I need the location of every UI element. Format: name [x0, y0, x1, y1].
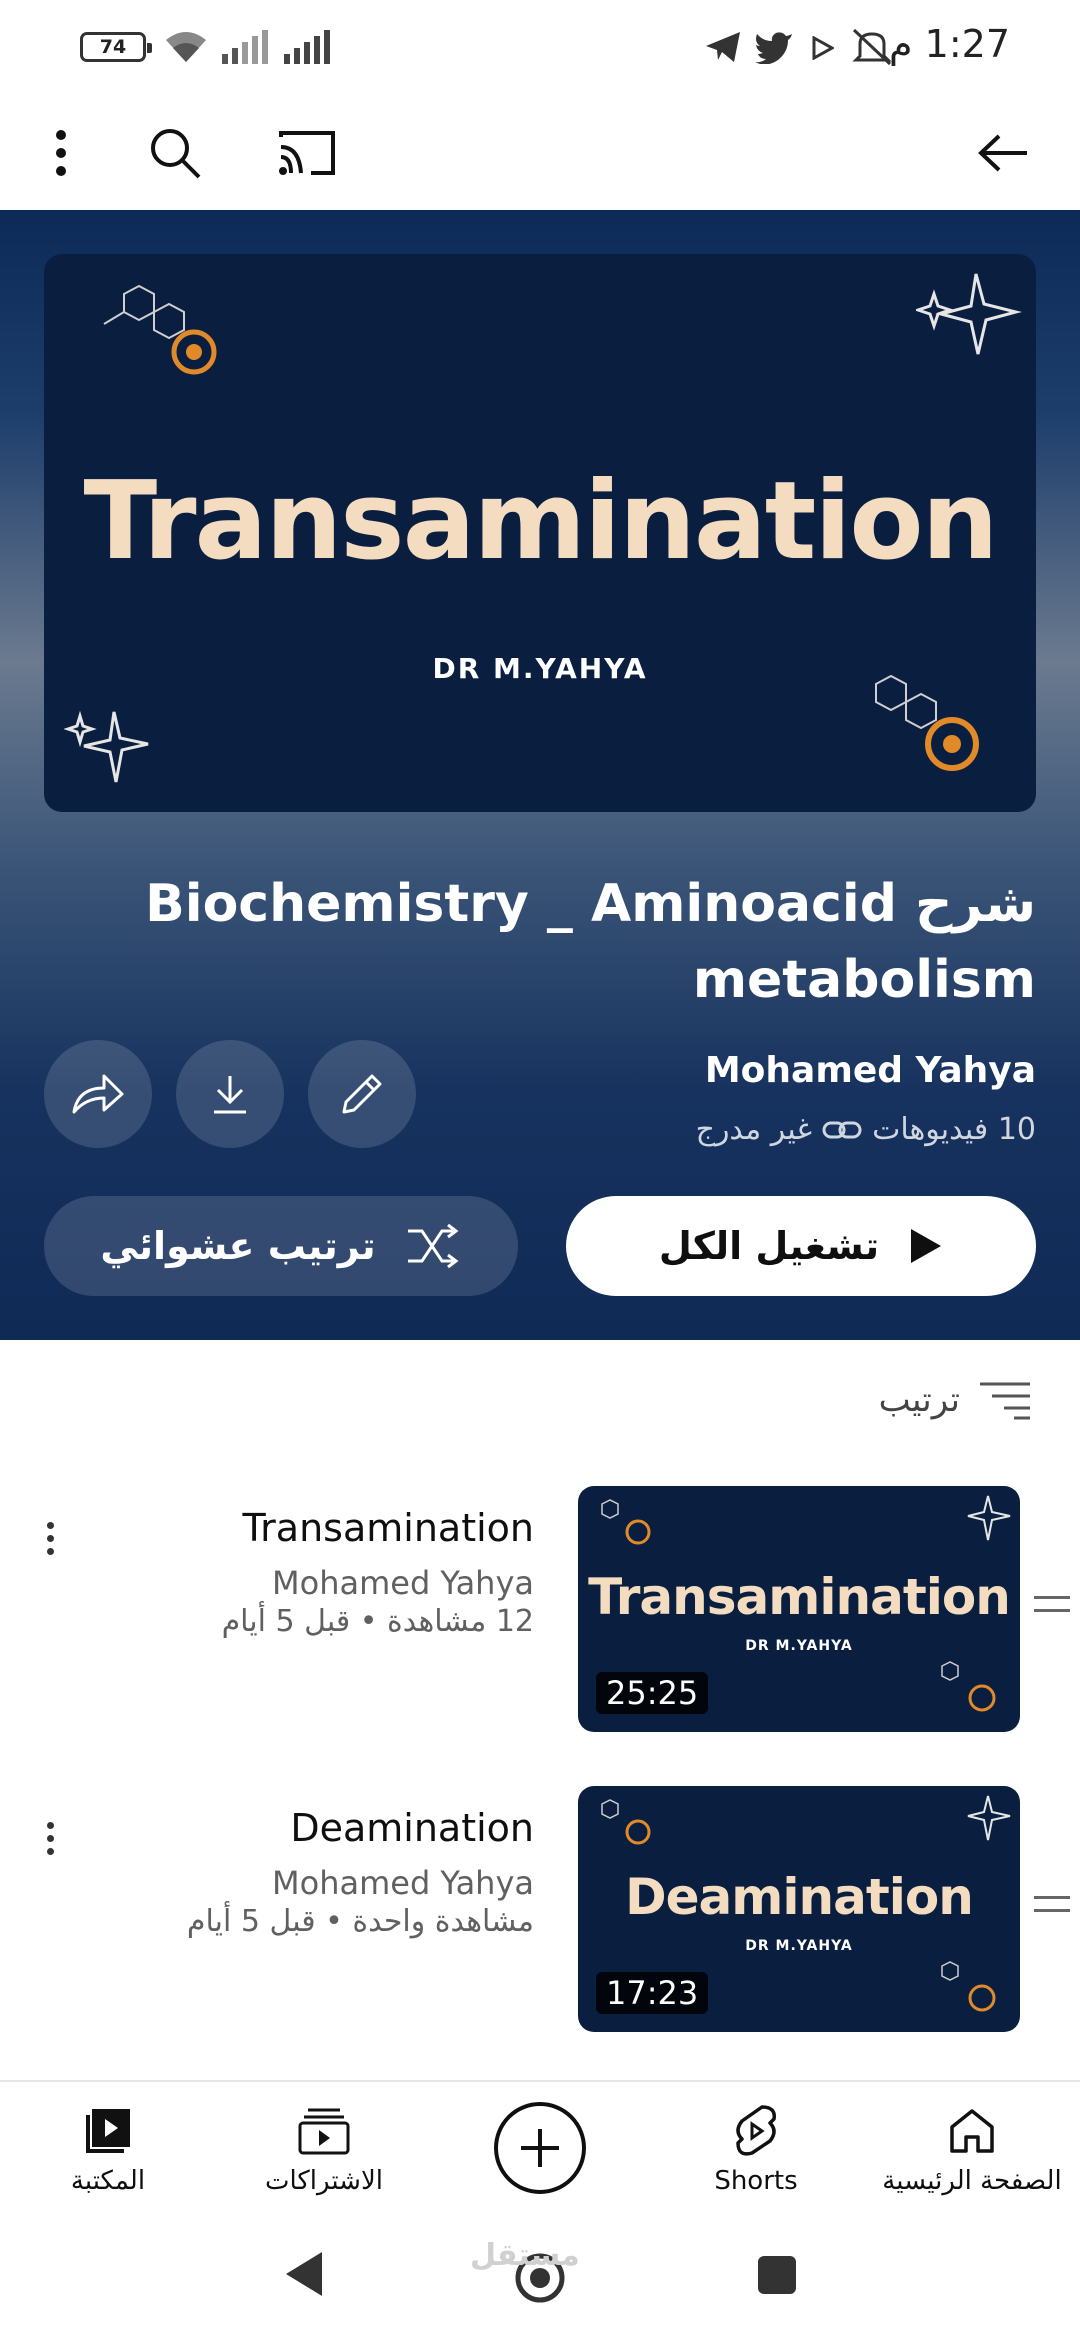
nav-subscriptions-label: الاشتراكات — [264, 2166, 384, 2196]
arrow-back-icon — [978, 134, 1027, 172]
visibility-label: غير مدرج — [695, 1112, 813, 1147]
playlist-title: Biochemistry _ Aminoacid شرح metabolism — [145, 874, 1036, 1010]
banner-subtitle: DR M.YAHYA — [432, 652, 648, 685]
molecule-illustration — [103, 284, 217, 375]
shorts-icon — [736, 2105, 776, 2156]
edit-button[interactable] — [308, 1040, 416, 1148]
playlist-header: Transamination DR M.YAHYA Biochemistry _… — [0, 210, 1080, 1340]
sort-label: ترتيب — [878, 1380, 960, 1420]
molecule-illustration — [601, 1499, 651, 1545]
drag-handle-icon[interactable] — [1034, 1596, 1070, 1612]
video-channel: Mohamed Yahya — [272, 1564, 534, 1602]
nav-shorts[interactable]: Shorts — [656, 2096, 856, 2196]
thumbnail-subtitle: DR M.YAHYA — [745, 1638, 853, 1654]
video-thumbnail[interactable]: Transamination DR M.YAHYA 25:25 — [578, 1486, 1020, 1732]
cast-button[interactable] — [272, 118, 342, 188]
sort-button[interactable]: ترتيب — [879, 1380, 1032, 1420]
play-icon — [911, 1229, 942, 1263]
video-channel: Mohamed Yahya — [272, 1864, 534, 1902]
nav-subscriptions[interactable]: الاشتراكات — [224, 2096, 424, 2196]
wifi-icon — [166, 32, 206, 62]
nav-home-label: الصفحة الرئيسية — [882, 2166, 1062, 2196]
share-button[interactable] — [44, 1040, 152, 1148]
clock: 1:27 م — [889, 22, 1010, 66]
stars-illustration — [967, 1495, 1011, 1541]
telegram-icon — [706, 32, 740, 62]
shuffle-label: ترتيب عشوائي — [100, 1224, 376, 1268]
thumbnail-subtitle: DR M.YAHYA — [745, 1938, 853, 1954]
subscriptions-icon — [298, 2108, 350, 2155]
watermark: مستقل — [470, 2238, 580, 2273]
signal-icon-2 — [284, 30, 330, 64]
video-duration: 25:25 — [596, 1672, 709, 1714]
drag-handle-icon[interactable] — [1034, 1896, 1070, 1912]
link-icon — [822, 1121, 862, 1138]
download-icon — [214, 1076, 246, 1114]
shuffle-icon — [407, 1223, 459, 1269]
bottom-navigation: المكتبة الاشتراكات Shorts الصفحة الرئيسي… — [0, 2080, 1080, 2220]
status-bar: 74 1:27 م — [0, 0, 1080, 96]
video-meta: 12 مشاهدة • قبل 5 أيام — [221, 1604, 534, 1639]
playlist-video-item[interactable]: Transamination Mohamed Yahya 12 مشاهدة •… — [0, 1486, 1080, 1736]
play-all-label: تشغيل الكل — [658, 1224, 880, 1268]
nav-library[interactable]: المكتبة — [8, 2096, 208, 2196]
stars-illustration — [64, 710, 149, 783]
share-icon — [72, 1074, 124, 1114]
video-menu-button[interactable] — [30, 1808, 70, 1868]
video-duration: 17:23 — [596, 1972, 709, 2014]
system-navigation-bar: مستقل — [0, 2220, 1080, 2340]
nav-home[interactable]: الصفحة الرئيسية — [872, 2096, 1072, 2196]
video-menu-button[interactable] — [30, 1508, 70, 1568]
library-icon — [86, 2109, 130, 2153]
molecule-illustration — [601, 1799, 651, 1845]
system-recents-icon[interactable] — [756, 2254, 798, 2296]
cast-icon — [279, 131, 335, 175]
nav-shorts-label: Shorts — [714, 2166, 798, 2196]
playlist-video-item[interactable]: Deamination Mohamed Yahya مشاهدة واحدة •… — [0, 1786, 1080, 2036]
thumbnail-title: Deamination — [625, 1868, 974, 1926]
more-vert-icon — [56, 130, 66, 176]
back-button[interactable] — [968, 118, 1038, 188]
download-button[interactable] — [176, 1040, 284, 1148]
create-button[interactable] — [494, 2102, 586, 2194]
battery-indicator: 74 — [80, 32, 152, 62]
signal-icon-1 — [222, 30, 268, 64]
stars-illustration — [916, 273, 1022, 355]
video-thumbnail[interactable]: Deamination DR M.YAHYA 17:23 — [578, 1786, 1020, 2032]
play-all-button[interactable]: تشغيل الكل — [566, 1196, 1036, 1296]
molecule-illustration — [941, 1961, 996, 2012]
video-count: 10 فيديوهات — [872, 1112, 1036, 1147]
search-icon — [151, 129, 201, 179]
sort-icon — [980, 1382, 1030, 1420]
video-meta: مشاهدة واحدة • قبل 5 أيام — [186, 1904, 534, 1939]
twitter-icon — [755, 32, 792, 64]
thumbnail-title: Transamination — [588, 1568, 1011, 1626]
video-title[interactable]: Deamination — [290, 1806, 534, 1850]
search-button[interactable] — [140, 118, 210, 188]
mute-icon — [852, 28, 892, 66]
more-options-button[interactable] — [26, 118, 96, 188]
molecule-illustration — [941, 1661, 996, 1712]
playlist-meta: 10 فيديوهات غير مدرج — [696, 1112, 1036, 1147]
plus-icon — [521, 2129, 559, 2167]
home-icon — [950, 2109, 994, 2153]
nav-library-label: المكتبة — [70, 2166, 146, 2196]
playlist-banner[interactable]: Transamination DR M.YAHYA — [44, 254, 1036, 812]
video-title[interactable]: Transamination — [243, 1506, 534, 1550]
app-bar — [0, 96, 1080, 210]
play-store-icon — [812, 36, 834, 60]
stars-illustration — [967, 1795, 1011, 1841]
banner-title: Transamination — [83, 459, 998, 584]
playlist-owner[interactable]: Mohamed Yahya — [705, 1050, 1036, 1091]
pencil-icon — [342, 1074, 382, 1114]
system-back-icon[interactable] — [282, 2250, 326, 2298]
shuffle-button[interactable]: ترتيب عشوائي — [44, 1196, 518, 1296]
